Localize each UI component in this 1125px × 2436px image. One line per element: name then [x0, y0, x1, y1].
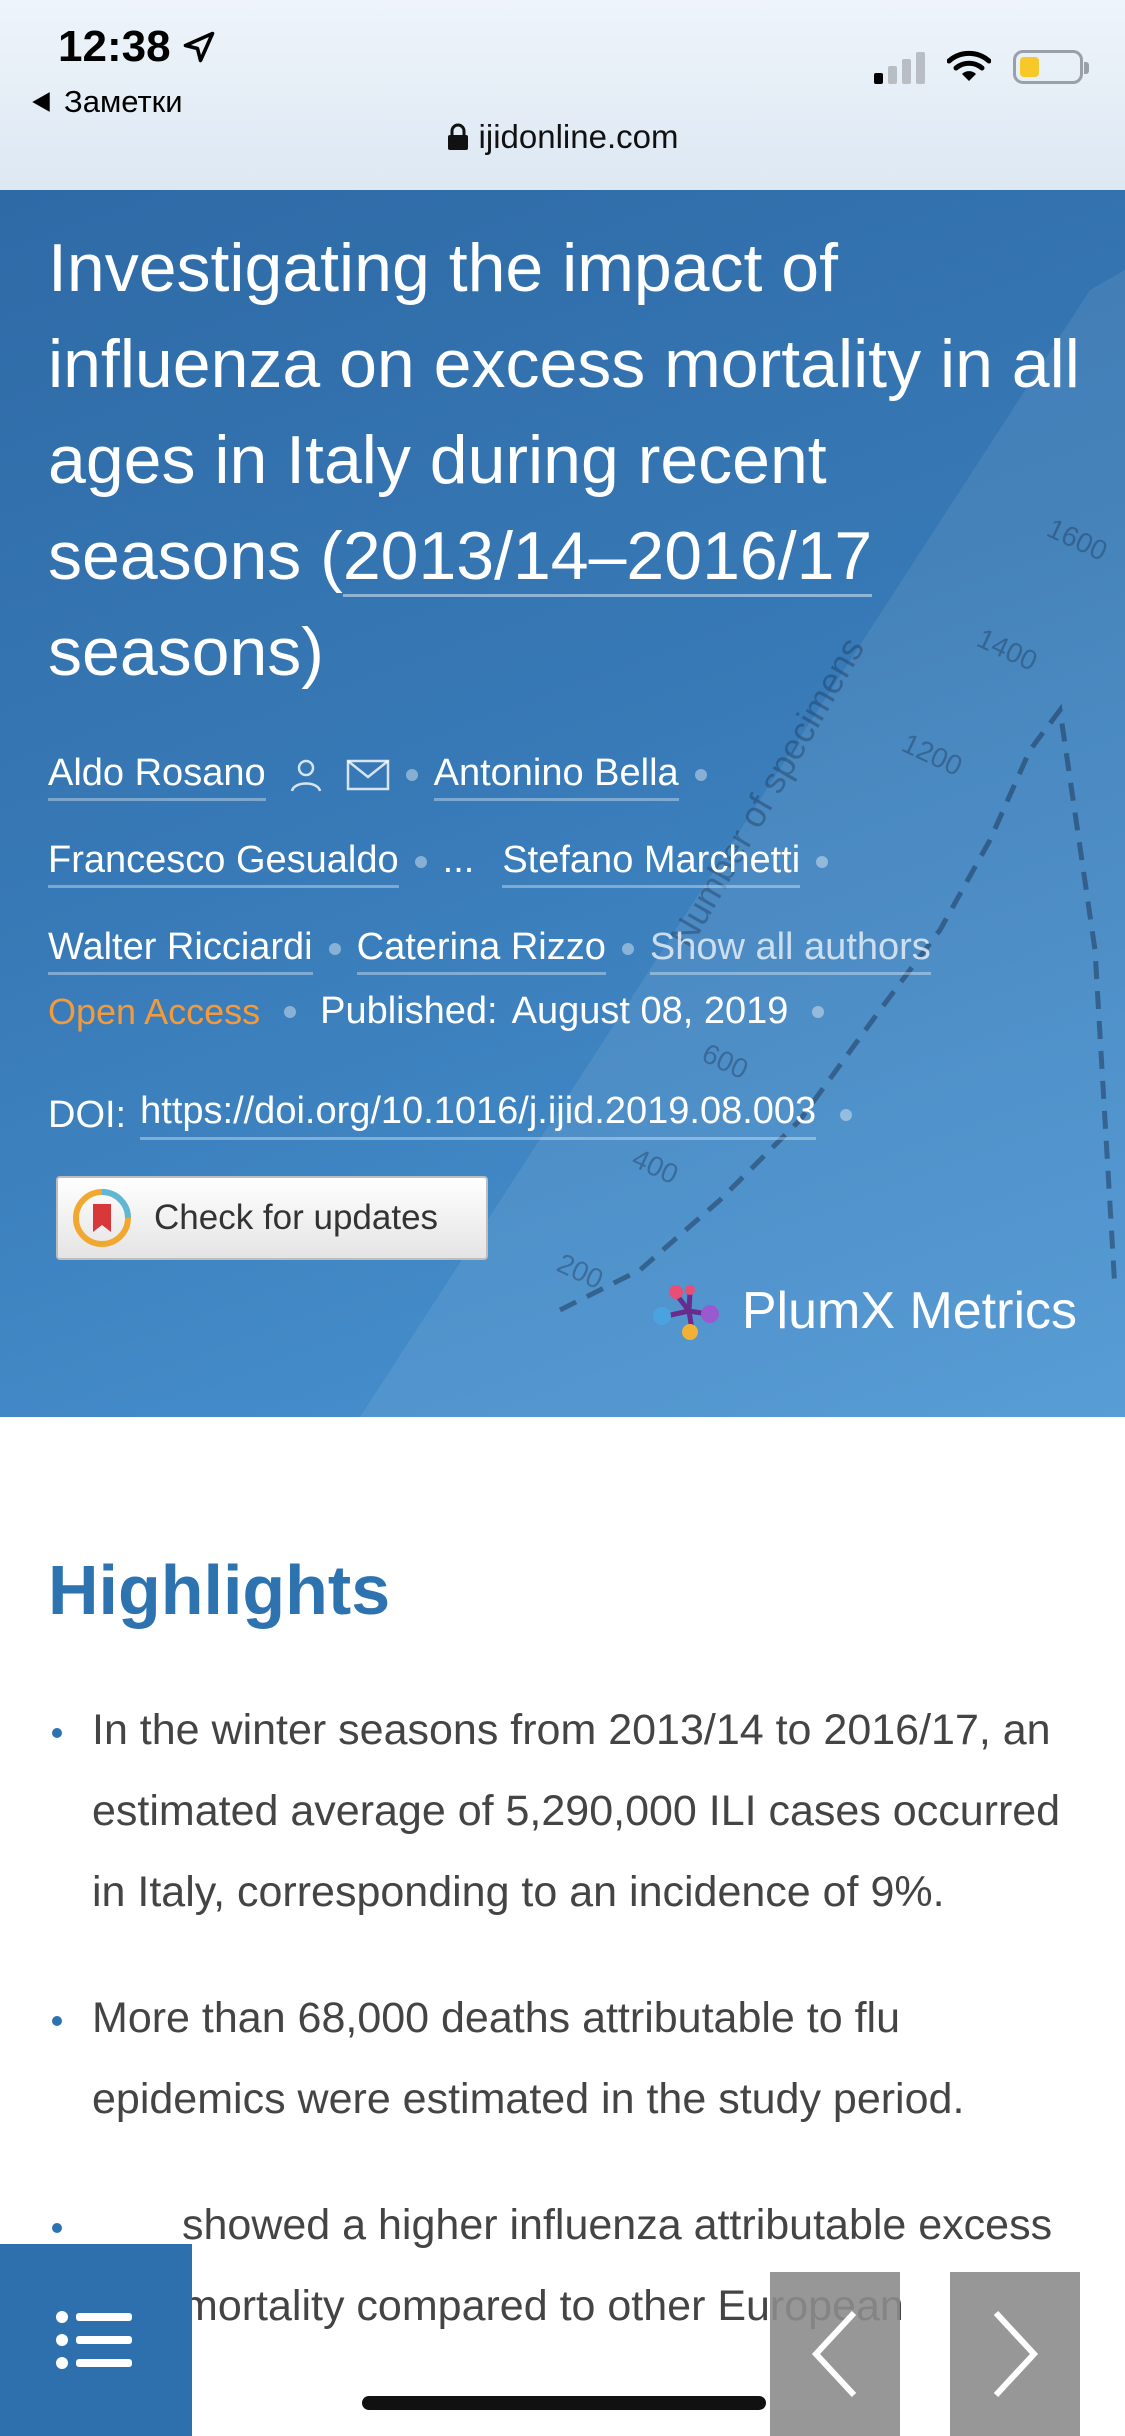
published-date: August 08, 2019: [511, 990, 789, 1032]
browser-chrome: 12:38 Заметки ijidonline.com: [0, 0, 1125, 190]
title-part-2: seasons): [48, 614, 324, 690]
article-hero: Number of specimens 1600 1400 1200 600 4…: [0, 190, 1125, 1417]
doi-label: DOI:: [48, 1093, 127, 1136]
back-triangle-icon: [32, 92, 50, 112]
authors-ellipsis: ...: [442, 839, 475, 881]
home-indicator[interactable]: [362, 2396, 766, 2410]
separator: [694, 768, 707, 781]
list-icon: [56, 2311, 132, 2369]
mail-icon[interactable]: [346, 759, 390, 791]
lock-icon: [447, 123, 468, 150]
author-link[interactable]: Aldo Rosano: [48, 752, 266, 801]
separator: [840, 1109, 853, 1121]
show-all-authors-link[interactable]: Show all authors: [649, 926, 931, 975]
back-to-app-button[interactable]: Заметки: [30, 84, 183, 120]
highlights-heading: Highlights: [48, 1551, 391, 1629]
open-access-badge: Open Access: [48, 990, 261, 1032]
cellular-signal-icon: [874, 50, 925, 84]
status-icons: [874, 50, 1089, 84]
location-arrow-icon: [183, 31, 214, 63]
separator: [328, 942, 341, 955]
check-for-updates-button[interactable]: Check for updates: [56, 1176, 488, 1260]
separator: [405, 768, 418, 781]
next-article-button[interactable]: [950, 2272, 1080, 2436]
author-list: Aldo Rosano Antonino Bella Francesco Gesu…: [48, 730, 1098, 991]
battery-fill: [1020, 57, 1040, 77]
separator: [812, 1005, 825, 1018]
crossmark-icon: [73, 1189, 131, 1247]
separator: [284, 1005, 297, 1018]
address-bar[interactable]: ijidonline.com: [0, 118, 1125, 156]
wifi-icon: [947, 50, 991, 81]
clock: 12:38: [58, 22, 171, 71]
list-item: In the winter seasons from 2013/14 to 20…: [48, 1690, 1088, 1933]
author-link[interactable]: Stefano Marchetti: [502, 839, 801, 888]
published-label: Published:: [320, 990, 498, 1032]
plumx-label: PlumX Metrics: [741, 1282, 1077, 1340]
plumx-metrics-link[interactable]: PlumX Metrics: [650, 1280, 1077, 1342]
separator: [816, 855, 829, 868]
highlights-list: In the winter seasons from 2013/14 to 20…: [48, 1690, 1088, 2392]
separator: [621, 942, 634, 955]
url-text: ijidonline.com: [478, 118, 679, 155]
person-icon[interactable]: [288, 757, 324, 793]
article-title: Investigating the impact of influenza on…: [48, 220, 1088, 700]
back-app-label: Заметки: [64, 84, 183, 119]
status-time: 12:38: [58, 22, 217, 72]
title-seasons-link[interactable]: 2013/14–2016/17: [342, 518, 873, 597]
author-link[interactable]: Antonino Bella: [433, 752, 679, 801]
table-of-contents-button[interactable]: [0, 2244, 192, 2436]
author-link[interactable]: Francesco Gesualdo: [48, 839, 399, 888]
check-for-updates-label: Check for updates: [154, 1198, 439, 1237]
chevron-right-icon: [993, 2310, 1039, 2398]
battery-icon: [1013, 50, 1089, 84]
author-link[interactable]: Caterina Rizzo: [356, 926, 606, 975]
publication-info: Open Access Published: August 08, 2019: [48, 990, 1098, 1033]
previous-article-button[interactable]: [770, 2272, 900, 2436]
doi-link[interactable]: https://doi.org/10.1016/j.ijid.2019.08.0…: [140, 1090, 817, 1140]
author-link[interactable]: Walter Ricciardi: [48, 926, 313, 975]
list-item: More than 68,000 deaths attributable to …: [48, 1978, 1088, 2140]
list-item: showed a higher influenza attributable e…: [48, 2185, 1088, 2347]
plumx-icon: [652, 1285, 719, 1340]
chevron-left-icon: [811, 2310, 857, 2398]
doi-info: DOI: https://doi.org/10.1016/j.ijid.2019…: [48, 1090, 1108, 1140]
separator: [414, 855, 427, 868]
